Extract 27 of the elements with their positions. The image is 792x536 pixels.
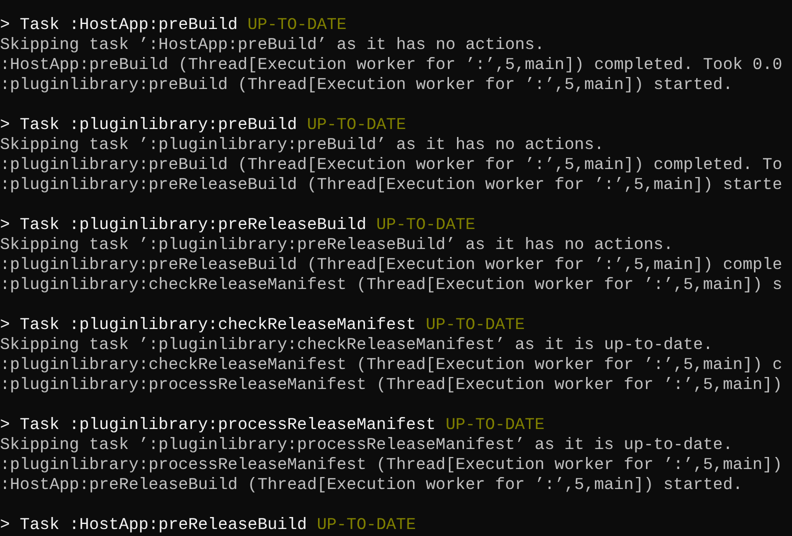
log-line: :pluginlibrary:checkReleaseManifest (Thread[Execution worker for ’:’,5,main]) c bbox=[0, 355, 782, 375]
status-label: UP-TO-DATE bbox=[376, 215, 476, 235]
log-line: :pluginlibrary:preBuild (Thread[Execution worker for ’:’,5,main]) completed. To bbox=[0, 155, 782, 175]
status-label: UP-TO-DATE bbox=[426, 315, 525, 335]
log-line: :pluginlibrary:preReleaseBuild (Thread[Execution worker for ’:’,5,main]) starte bbox=[0, 175, 782, 195]
status-label: UP-TO-DATE bbox=[316, 515, 416, 535]
log-line: :pluginlibrary:processReleaseManifest (Thread[Execution worker for ’:’,5,main]) bbox=[0, 455, 782, 475]
log-line: :pluginlibrary:preReleaseBuild (Thread[Execution worker for ’:’,5,main]) comple bbox=[0, 255, 782, 275]
log-line: Skipping task ’:pluginlibrary:processReleaseManifest’ as it is up-to-date. bbox=[0, 435, 733, 455]
log-line: Skipping task ’:pluginlibrary:preBuild’ as it has no actions. bbox=[0, 135, 604, 155]
task-header: > Task :pluginlibrary:checkReleaseManifest bbox=[0, 315, 416, 335]
log-line: Skipping task ’:HostApp:preBuild’ as it has no actions. bbox=[0, 35, 545, 55]
task-header: > Task :pluginlibrary:preReleaseBuild bbox=[0, 215, 366, 235]
log-line: :pluginlibrary:preBuild (Thread[Execution worker for ’:’,5,main]) started. bbox=[0, 75, 733, 95]
task-header: > Task :HostApp:preReleaseBuild bbox=[0, 515, 307, 535]
log-line: :HostApp:preReleaseBuild (Thread[Execution worker for ’:’,5,main]) started. bbox=[0, 475, 743, 495]
status-label: UP-TO-DATE bbox=[446, 415, 545, 435]
log-line: :pluginlibrary:checkReleaseManifest (Thread[Execution worker for ’:’,5,main]) s bbox=[0, 275, 782, 295]
log-line: Skipping task ’:pluginlibrary:checkReleaseManifest’ as it is up-to-date. bbox=[0, 335, 713, 355]
task-header: > Task :pluginlibrary:preBuild bbox=[0, 115, 298, 135]
task-header: > Task :HostApp:preBuild bbox=[0, 15, 238, 35]
status-label: UP-TO-DATE bbox=[248, 15, 347, 35]
status-label: UP-TO-DATE bbox=[306, 115, 406, 135]
task-header: > Task :pluginlibrary:processReleaseManifest bbox=[0, 415, 436, 435]
log-line: :pluginlibrary:processReleaseManifest (Thread[Execution worker for ’:’,5,main]) bbox=[0, 375, 782, 395]
log-line: :HostApp:preBuild (Thread[Execution worker for ’:’,5,main]) completed. Took 0.0 bbox=[0, 55, 782, 75]
log-line: Skipping task ’:pluginlibrary:preReleaseBuild’ as it has no actions. bbox=[0, 235, 674, 255]
